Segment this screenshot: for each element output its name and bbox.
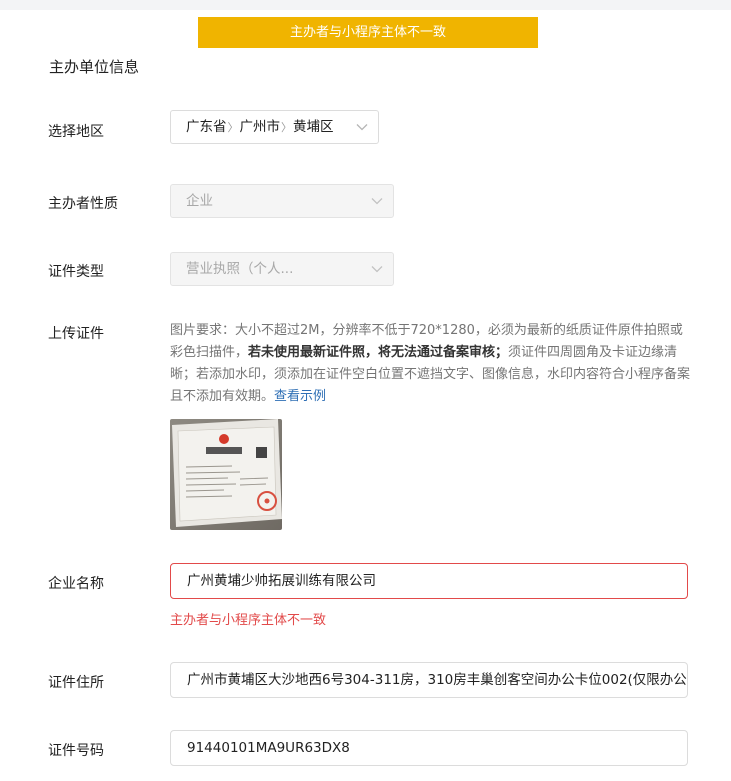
separator-icon: 〉	[227, 121, 239, 134]
cert-address-label: 证件住所	[48, 675, 104, 691]
separator-icon: 〉	[281, 121, 292, 134]
organizer-type-label: 主办者性质	[48, 196, 118, 212]
view-example-link[interactable]: 查看示例	[274, 389, 326, 404]
cert-number-label: 证件号码	[48, 743, 104, 759]
top-strip	[0, 0, 731, 10]
chevron-down-icon	[371, 197, 383, 205]
cert-type-select[interactable]: 营业执照（个人...	[170, 252, 394, 286]
city-value: 广州市	[239, 119, 281, 135]
district-value: 黄埔区	[293, 119, 334, 135]
chevron-down-icon	[356, 123, 368, 131]
organizer-type-value: 企业	[186, 193, 213, 209]
region-label: 选择地区	[48, 124, 104, 140]
cert-address-input[interactable]: 广州市黄埔区大沙地西6号304-311房，310房丰巢创客空间办公卡位002(仅…	[170, 662, 688, 698]
region-select[interactable]: 广东省〉广州市〉黄埔区	[170, 110, 379, 144]
cert-type-value: 营业执照（个人...	[186, 261, 294, 277]
upload-label: 上传证件	[48, 326, 104, 342]
uploaded-license-thumbnail[interactable]	[170, 419, 282, 530]
warning-banner: 主办者与小程序主体不一致	[198, 17, 538, 48]
requirements-warning: 若未使用最新证件照，将无法通过备案审核；	[248, 345, 509, 360]
organizer-type-select[interactable]: 企业	[170, 184, 394, 218]
cert-number-input[interactable]: 91440101MA9UR63DX8	[170, 730, 688, 766]
company-name-input[interactable]: 广州黄埔少帅拓展训练有限公司	[170, 563, 688, 599]
province-value: 广东省	[186, 119, 227, 135]
section-title: 主办单位信息	[49, 58, 140, 76]
upload-requirements: 图片要求：大小不超过2M，分辨率不低于720*1280，必须为最新的纸质证件原件…	[170, 320, 695, 408]
chevron-down-icon	[371, 265, 383, 273]
cert-type-label: 证件类型	[48, 264, 104, 280]
company-name-label: 企业名称	[48, 576, 104, 592]
company-name-error: 主办者与小程序主体不一致	[170, 613, 327, 628]
